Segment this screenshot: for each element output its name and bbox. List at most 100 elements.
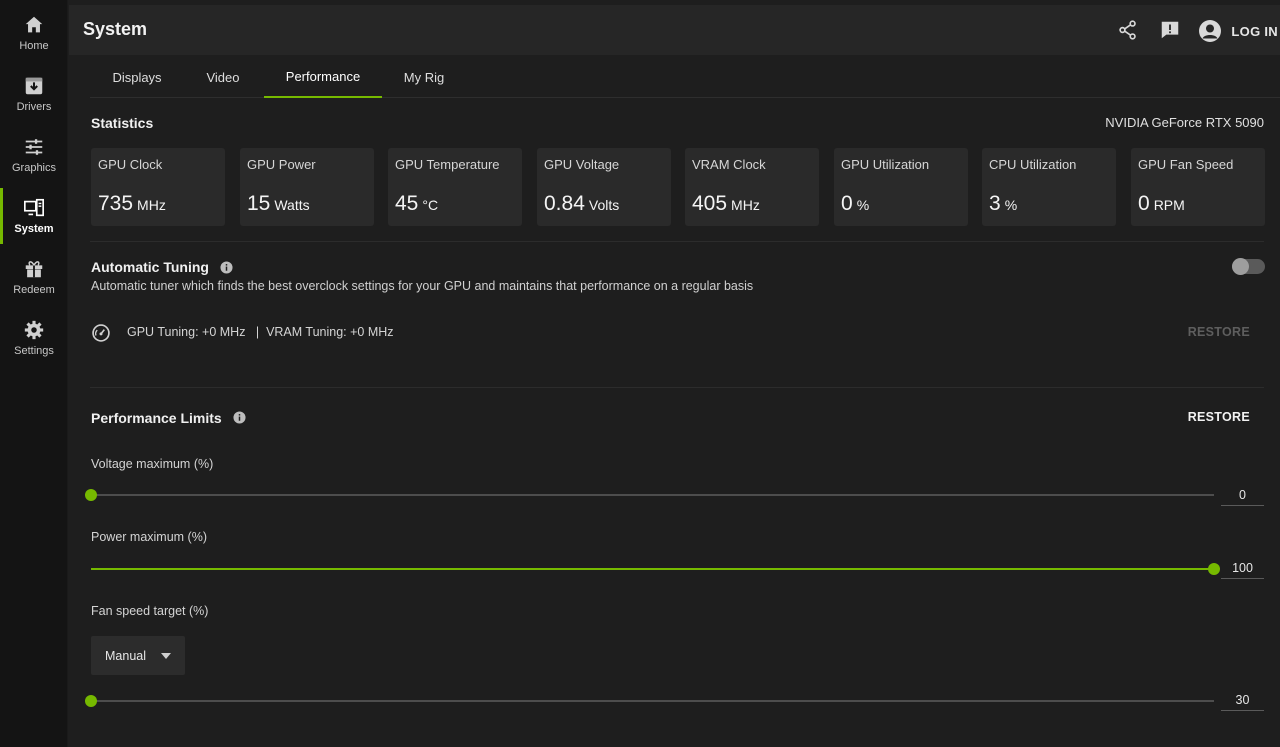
voltage-slider-label: Voltage maximum (%): [91, 457, 214, 471]
page-title: System: [83, 19, 148, 39]
gear-icon: [24, 320, 44, 340]
stat-name: GPU Temperature: [395, 157, 500, 172]
stat-card-gpu-fan-speed: GPU Fan Speed 0 RPM: [1131, 148, 1265, 226]
divider: [90, 241, 1264, 242]
sidebar-item-system[interactable]: System: [0, 188, 68, 244]
share-icon[interactable]: [1117, 19, 1139, 41]
auto-tuning-restore-button[interactable]: RESTORE: [1188, 325, 1250, 339]
stat-unit: %: [1004, 197, 1018, 213]
stat-card-gpu-power: GPU Power 15 Watts: [240, 148, 374, 226]
system-icon: [24, 198, 44, 217]
sidebar-item-settings[interactable]: Settings: [0, 310, 68, 366]
stat-name: GPU Clock: [98, 157, 163, 172]
info-icon[interactable]: [220, 261, 233, 274]
voltage-slider[interactable]: [85, 489, 1214, 501]
stat-value: 0: [841, 192, 853, 215]
performance-limits-restore-button[interactable]: RESTORE: [1188, 410, 1250, 424]
user-avatar-icon: [1199, 20, 1222, 42]
power-slider-label: Power maximum (%): [91, 530, 207, 544]
speedometer-icon: [92, 324, 110, 342]
page-header: System LOG IN: [69, 5, 1280, 55]
stat-name: VRAM Clock: [692, 157, 766, 172]
stat-card-gpu-utilization: GPU Utilization 0%: [834, 148, 968, 226]
sidebar-item-graphics[interactable]: Graphics: [0, 127, 68, 183]
login-label: LOG IN: [1231, 23, 1278, 39]
stat-unit: MHz: [731, 197, 760, 213]
stat-value-wrap: 3%: [989, 192, 1017, 216]
sidebar-item-drivers[interactable]: Drivers: [0, 66, 68, 122]
stat-value-wrap: 15 Watts: [247, 192, 310, 216]
auto-tuning-description: Automatic tuner which finds the best ove…: [91, 279, 754, 293]
sidebar-item-label: System: [14, 223, 54, 235]
stat-value: 3: [989, 192, 1001, 215]
stat-value-wrap: 0.84 Volts: [544, 192, 619, 216]
feedback-icon[interactable]: [1159, 19, 1181, 41]
stat-value-wrap: 0%: [841, 192, 869, 216]
power-slider[interactable]: [91, 563, 1220, 575]
tab-displays[interactable]: Displays: [98, 56, 176, 98]
stat-name: GPU Fan Speed: [1138, 157, 1234, 172]
slider-thumb[interactable]: [85, 489, 97, 501]
stat-value: 405: [692, 192, 728, 215]
stat-value: 0: [1138, 192, 1150, 215]
sidebar: Home Drivers Graphics System Redeem Sett…: [0, 0, 68, 747]
sidebar-item-home[interactable]: Home: [0, 5, 68, 61]
stat-value: 735: [98, 192, 134, 215]
gpu-name: NVIDIA GeForce RTX 5090: [1105, 115, 1264, 130]
stat-name: CPU Utilization: [989, 157, 1077, 172]
sidebar-item-label: Graphics: [11, 162, 57, 174]
stat-card-gpu-voltage: GPU Voltage 0.84 Volts: [537, 148, 671, 226]
download-icon: [25, 77, 43, 95]
stat-card-vram-clock: VRAM Clock 405 MHz: [685, 148, 819, 226]
stat-name: GPU Voltage: [544, 157, 620, 172]
info-icon[interactable]: [233, 411, 246, 424]
fan-value-input[interactable]: 30: [1221, 691, 1264, 711]
stat-value-wrap: 735 MHz: [98, 192, 166, 216]
statistics-title: Statistics: [91, 115, 154, 131]
auto-tuning-title: Automatic Tuning: [91, 259, 209, 275]
sliders-icon: [25, 139, 43, 155]
login-button[interactable]: LOG IN: [1198, 19, 1278, 43]
tuning-info: GPU Tuning: +0 MHz | VRAM Tuning: +0 MHz: [127, 325, 394, 339]
slider-fill: [91, 568, 1214, 570]
stat-unit: °C: [422, 197, 439, 213]
stat-value-wrap: 45 °C: [395, 192, 438, 216]
stat-unit: Volts: [588, 197, 620, 213]
slider-thumb[interactable]: [1208, 563, 1220, 575]
dropdown-value: Manual: [105, 648, 146, 663]
divider: [90, 387, 1264, 388]
voltage-value-input[interactable]: 0: [1221, 486, 1264, 506]
stat-value: 45: [395, 192, 419, 215]
gift-icon: [25, 261, 43, 278]
sidebar-item-label: Drivers: [16, 101, 52, 113]
tab-video[interactable]: Video: [194, 56, 252, 98]
slider-thumb[interactable]: [85, 695, 97, 707]
stat-value: 0.84: [544, 192, 585, 215]
tab-my-rig[interactable]: My Rig: [394, 56, 454, 98]
stat-unit: RPM: [1153, 197, 1185, 213]
stat-unit: Watts: [274, 197, 310, 213]
stat-name: GPU Utilization: [841, 157, 930, 172]
fan-slider[interactable]: [85, 695, 1214, 707]
stat-card-gpu-clock: GPU Clock 735 MHz: [91, 148, 225, 226]
tab-performance[interactable]: Performance: [264, 56, 382, 98]
power-value-input[interactable]: 100: [1221, 559, 1264, 579]
toggle-knob: [1232, 258, 1249, 275]
sidebar-item-redeem[interactable]: Redeem: [0, 249, 68, 305]
stat-unit: %: [856, 197, 870, 213]
home-icon: [25, 16, 43, 33]
performance-limits-title: Performance Limits: [91, 410, 222, 426]
stat-value-wrap: 405 MHz: [692, 192, 760, 216]
stat-value-wrap: 0 RPM: [1138, 192, 1185, 216]
caret-down-icon: [161, 653, 171, 659]
sidebar-item-label: Settings: [14, 345, 54, 357]
sidebar-item-label: Home: [19, 40, 49, 52]
tab-bar: Displays Video Performance My Rig: [90, 56, 1280, 98]
fan-mode-dropdown[interactable]: Manual: [91, 636, 185, 675]
sidebar-item-label: Redeem: [13, 284, 55, 296]
app-window: Home Drivers Graphics System Redeem Sett…: [0, 0, 1280, 747]
fan-slider-label: Fan speed target (%): [91, 604, 209, 618]
stat-card-gpu-temperature: GPU Temperature 45 °C: [388, 148, 522, 226]
stat-card-cpu-utilization: CPU Utilization 3%: [982, 148, 1116, 226]
auto-tuning-toggle[interactable]: [1232, 258, 1265, 275]
